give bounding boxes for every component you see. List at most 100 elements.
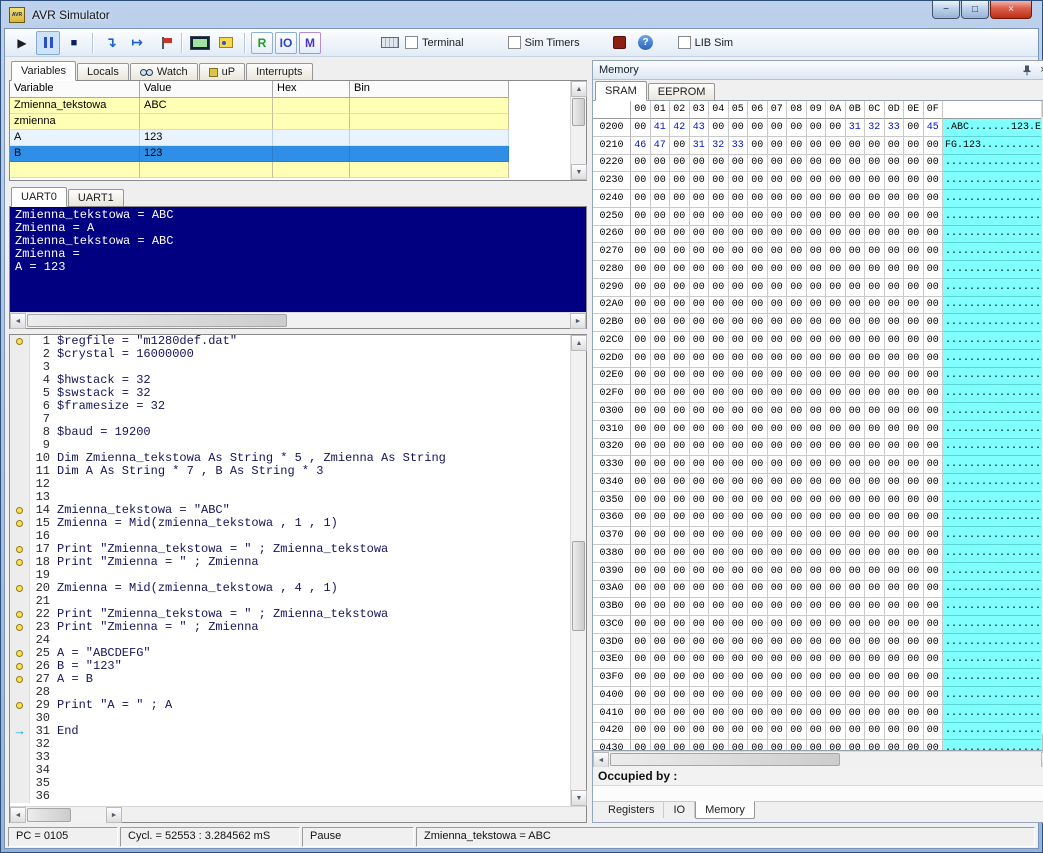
memory-byte-cell[interactable]: 33: [884, 119, 904, 137]
memory-byte-cell[interactable]: 00: [728, 261, 748, 279]
memory-byte-cell[interactable]: 00: [631, 403, 651, 421]
memory-byte-cell[interactable]: 00: [884, 491, 904, 510]
memory-byte-cell[interactable]: 00: [826, 225, 846, 244]
memory-byte-cell[interactable]: 00: [806, 509, 826, 528]
show-registers-button[interactable]: R: [251, 31, 273, 54]
memory-byte-cell[interactable]: 00: [650, 367, 670, 386]
memory-byte-cell[interactable]: 00: [845, 545, 865, 563]
memory-byte-cell[interactable]: 00: [826, 438, 846, 457]
variables-vertical-scrollbar[interactable]: ▲ ▼: [570, 81, 587, 180]
scroll-right-button[interactable]: ►: [106, 807, 122, 823]
memory-byte-cell[interactable]: 31: [689, 136, 709, 155]
memory-byte-cell[interactable]: 00: [904, 367, 924, 386]
memory-byte-cell[interactable]: 00: [728, 190, 748, 208]
memory-byte-cell[interactable]: 00: [748, 633, 768, 652]
memory-byte-cell[interactable]: 00: [884, 616, 904, 634]
memory-byte-cell[interactable]: 00: [865, 633, 885, 652]
memory-byte-cell[interactable]: 00: [826, 633, 846, 652]
memory-byte-cell[interactable]: 00: [689, 349, 709, 368]
memory-byte-cell[interactable]: 00: [728, 509, 748, 528]
memory-byte-cell[interactable]: 00: [748, 420, 768, 439]
memory-byte-cell[interactable]: 00: [904, 190, 924, 208]
memory-byte-cell[interactable]: 00: [650, 687, 670, 705]
memory-byte-cell[interactable]: 00: [845, 296, 865, 315]
memory-byte-cell[interactable]: 00: [650, 332, 670, 350]
memory-byte-cell[interactable]: 00: [884, 278, 904, 297]
memory-byte-cell[interactable]: 00: [787, 562, 807, 581]
memory-byte-cell[interactable]: 00: [884, 190, 904, 208]
memory-byte-cell[interactable]: 00: [923, 207, 943, 226]
memory-byte-cell[interactable]: 00: [787, 527, 807, 545]
memory-byte-cell[interactable]: 00: [631, 580, 651, 599]
memory-byte-cell[interactable]: 00: [904, 349, 924, 368]
memory-byte-cell[interactable]: 00: [748, 509, 768, 528]
memory-byte-cell[interactable]: 00: [904, 545, 924, 563]
scrollbar-thumb[interactable]: [27, 808, 71, 822]
memory-byte-cell[interactable]: 00: [748, 740, 768, 750]
memory-byte-cell[interactable]: 00: [689, 527, 709, 545]
show-hardware-button[interactable]: [214, 31, 238, 55]
memory-byte-cell[interactable]: 00: [884, 509, 904, 528]
memory-byte-cell[interactable]: 00: [767, 154, 787, 173]
memory-byte-cell[interactable]: 00: [670, 332, 690, 350]
memory-byte-cell[interactable]: 00: [884, 207, 904, 226]
memory-byte-cell[interactable]: 00: [709, 119, 729, 137]
memory-byte-cell[interactable]: 00: [865, 704, 885, 723]
memory-horizontal-scrollbar[interactable]: ◄ ►: [593, 751, 1043, 768]
memory-byte-cell[interactable]: 00: [709, 633, 729, 652]
memory-byte-cell[interactable]: 00: [748, 243, 768, 261]
memory-byte-cell[interactable]: 00: [923, 527, 943, 545]
memory-byte-cell[interactable]: 00: [748, 474, 768, 492]
memory-byte-cell[interactable]: 00: [748, 119, 768, 137]
memory-byte-cell[interactable]: 00: [767, 651, 787, 670]
breakpoint-dot-cell[interactable]: [10, 517, 30, 530]
memory-byte-cell[interactable]: 00: [865, 740, 885, 750]
memory-byte-cell[interactable]: 00: [689, 545, 709, 563]
memory-byte-cell[interactable]: 00: [689, 651, 709, 670]
memory-byte-cell[interactable]: 00: [670, 509, 690, 528]
memory-byte-cell[interactable]: 00: [884, 562, 904, 581]
memory-byte-cell[interactable]: 00: [748, 403, 768, 421]
memory-byte-cell[interactable]: 00: [748, 722, 768, 741]
memory-byte-cell[interactable]: 00: [631, 119, 651, 137]
memory-byte-cell[interactable]: 00: [670, 580, 690, 599]
memory-byte-cell[interactable]: 00: [845, 172, 865, 190]
breakpoint-dot-cell[interactable]: [10, 504, 30, 517]
memory-byte-cell[interactable]: 00: [826, 509, 846, 528]
memory-byte-cell[interactable]: 00: [650, 403, 670, 421]
memory-byte-cell[interactable]: 00: [865, 261, 885, 279]
gutter-cell[interactable]: [10, 738, 30, 751]
memory-byte-cell[interactable]: 00: [748, 598, 768, 616]
uart-horizontal-scrollbar[interactable]: ◄ ►: [10, 312, 586, 329]
memory-byte-cell[interactable]: 00: [670, 633, 690, 652]
memory-byte-cell[interactable]: 00: [884, 420, 904, 439]
memory-byte-cell[interactable]: 00: [631, 314, 651, 332]
memory-byte-cell[interactable]: 00: [923, 491, 943, 510]
memory-byte-cell[interactable]: 00: [806, 704, 826, 723]
memory-byte-cell[interactable]: 00: [709, 491, 729, 510]
table-row[interactable]: A 123: [10, 130, 509, 146]
help-button[interactable]: ?: [634, 31, 658, 55]
memory-byte-cell[interactable]: 00: [650, 207, 670, 226]
memory-byte-cell[interactable]: 00: [650, 190, 670, 208]
memory-byte-cell[interactable]: 00: [806, 438, 826, 457]
memory-byte-cell[interactable]: 00: [709, 349, 729, 368]
memory-byte-cell[interactable]: 00: [884, 651, 904, 670]
memory-byte-cell[interactable]: 00: [845, 456, 865, 474]
memory-byte-cell[interactable]: 00: [748, 154, 768, 173]
memory-byte-cell[interactable]: 00: [923, 314, 943, 332]
memory-byte-cell[interactable]: 00: [709, 509, 729, 528]
memory-byte-cell[interactable]: 00: [904, 456, 924, 474]
memory-byte-cell[interactable]: 00: [748, 385, 768, 403]
tab-eeprom[interactable]: EEPROM: [647, 83, 716, 100]
memory-byte-cell[interactable]: 00: [826, 420, 846, 439]
memory-byte-cell[interactable]: 00: [670, 172, 690, 190]
memory-byte-cell[interactable]: 00: [709, 687, 729, 705]
memory-byte-cell[interactable]: 00: [748, 438, 768, 457]
memory-byte-cell[interactable]: 00: [767, 740, 787, 750]
memory-byte-cell[interactable]: 00: [865, 456, 885, 474]
maximize-button[interactable]: □: [961, 1, 989, 19]
memory-byte-cell[interactable]: 00: [748, 278, 768, 297]
memory-byte-cell[interactable]: 00: [728, 385, 748, 403]
memory-byte-cell[interactable]: 00: [670, 296, 690, 315]
